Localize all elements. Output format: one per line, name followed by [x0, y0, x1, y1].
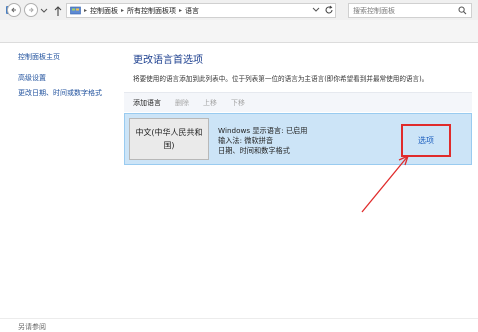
search-icon	[458, 6, 467, 15]
language-toolbar: 添加语言 删除 上移 下移	[124, 92, 472, 112]
input-method-info: 输入法: 微软拼音	[218, 136, 274, 145]
page-title: 更改语言首选项	[133, 55, 203, 66]
move-up-button[interactable]: 上移	[203, 98, 217, 108]
navigation-bar	[0, 20, 478, 43]
chevron-down-icon	[312, 7, 320, 12]
arrow-left-icon	[11, 7, 16, 13]
breadcrumb-all-items[interactable]: 所有控制面板项	[127, 6, 176, 16]
breadcrumb-separator: ▸	[179, 7, 183, 14]
recent-locations-button[interactable]	[40, 7, 48, 15]
refresh-button[interactable]	[324, 5, 334, 17]
divider	[0, 318, 478, 319]
control-panel-icon	[70, 6, 81, 14]
annotation-arrow	[361, 155, 409, 213]
sidebar-item-advanced-settings[interactable]: 高级设置	[18, 73, 46, 83]
move-down-button[interactable]: 下移	[231, 98, 245, 108]
sidebar-item-control-panel-home[interactable]: 控制面板主页	[18, 52, 60, 62]
sidebar-item-date-time-format[interactable]: 更改日期、时间或数字格式	[18, 88, 102, 98]
format-info: 日期、时间和数字格式	[218, 146, 290, 155]
address-dropdown-button[interactable]	[312, 7, 320, 15]
breadcrumb-control-panel[interactable]: 控制面板	[90, 6, 118, 16]
chevron-down-icon	[40, 8, 48, 13]
up-button[interactable]	[53, 5, 63, 17]
display-language-status: Windows 显示语言: 已启用	[218, 126, 308, 135]
page-description: 将要使用的语言添加到此列表中。位于列表第一位的语言为主语言(即你希望看到并最常使…	[133, 75, 429, 83]
back-button[interactable]	[7, 3, 21, 17]
see-also-heading: 另请参阅	[18, 323, 46, 331]
search-placeholder: 搜索控制面板	[353, 6, 395, 15]
breadcrumb-separator: ▸	[84, 7, 88, 14]
breadcrumb-separator: ▸	[121, 7, 125, 14]
arrow-up-icon	[54, 6, 62, 16]
language-name: 中文(中华人民共和国)	[129, 118, 209, 160]
forward-button[interactable]	[24, 3, 38, 17]
add-language-button[interactable]: 添加语言	[133, 98, 161, 108]
breadcrumb-language[interactable]: 语言	[185, 6, 199, 16]
remove-button[interactable]: 删除	[175, 98, 189, 108]
address-bar[interactable]: ▸ 控制面板 ▸ 所有控制面板项 ▸ 语言	[66, 3, 336, 18]
arrow-right-icon	[29, 7, 34, 13]
search-input[interactable]: 搜索控制面板	[348, 3, 472, 18]
refresh-icon	[325, 5, 333, 14]
